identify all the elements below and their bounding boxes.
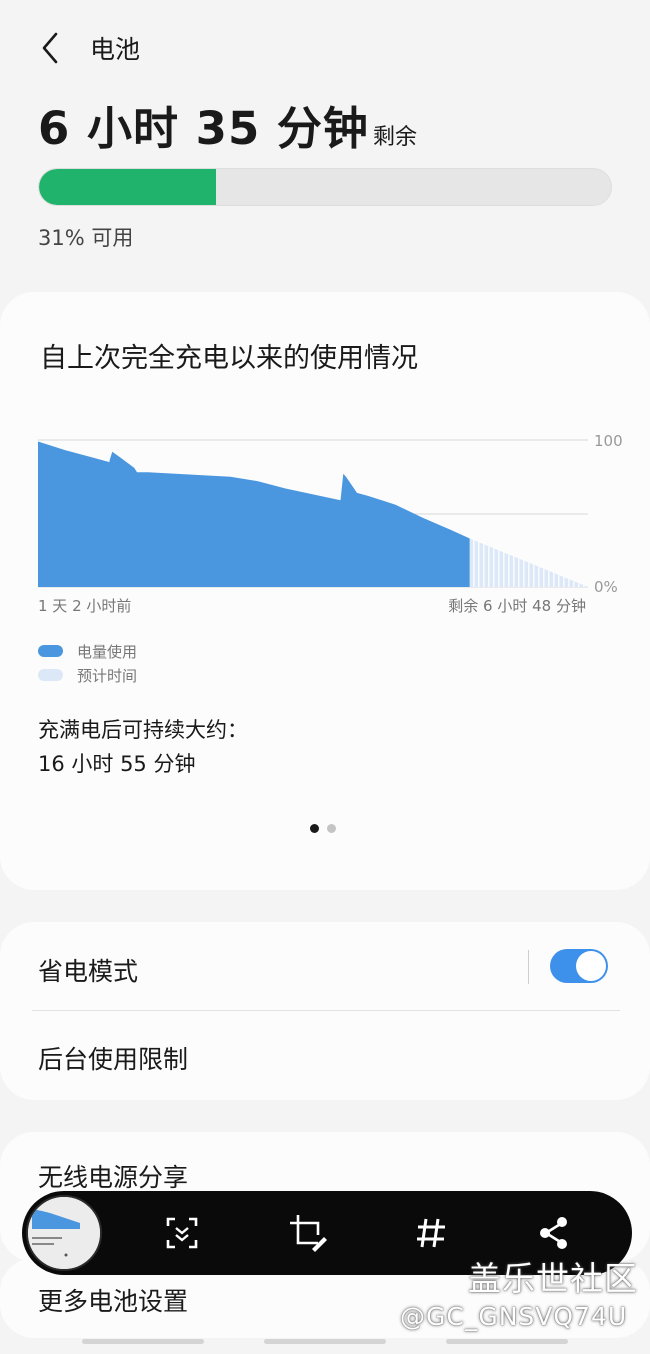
screenshot-thumbnail[interactable] (26, 1195, 102, 1271)
battery-usage-area (38, 441, 470, 587)
share-button[interactable] (534, 1213, 574, 1253)
wireless-share-row[interactable]: 无线电源分享 (38, 1158, 188, 1194)
legend-swatch-usage (38, 645, 63, 657)
legend-item-usage: 电量使用 (38, 639, 137, 663)
nav-bar-right (446, 1339, 568, 1344)
back-button[interactable] (36, 26, 72, 66)
battery-level-bar (38, 168, 612, 206)
page-dot-1[interactable] (310, 824, 319, 833)
thumbnail-preview-icon (28, 1197, 100, 1269)
row-divider (32, 1010, 620, 1011)
chevron-left-icon (42, 32, 58, 64)
hashtag-icon (417, 1218, 445, 1248)
crop-edit-icon (290, 1215, 327, 1252)
share-icon (540, 1217, 567, 1249)
full-charge-label: 充满电后可持续大约： (38, 718, 248, 742)
usage-chart: 100 0% 1 天 2 小时前 剩余 6 小时 48 分钟 (38, 432, 623, 615)
legend-item-forecast: 预计时间 (38, 663, 137, 687)
full-charge-value: 16 小时 55 分钟 (38, 752, 196, 776)
battery-level-fill (39, 169, 217, 205)
battery-settings-card: 省电模式 后台使用限制 (0, 922, 650, 1100)
more-settings-row[interactable]: 更多电池设置 (38, 1282, 188, 1318)
scroll-capture-icon (166, 1217, 198, 1249)
legend-label-usage: 电量使用 (77, 642, 138, 661)
battery-available-text: 31% 可用 (38, 226, 134, 250)
page-title: 电池 (90, 35, 141, 64)
y-tick-label-top: 100 (594, 432, 623, 450)
chart-legend: 电量使用 预计时间 (38, 639, 137, 687)
hashtag-button[interactable] (411, 1213, 451, 1253)
x-start-label: 1 天 2 小时前 (38, 597, 131, 615)
forecast-area-group (469, 538, 588, 587)
page-dot-2[interactable] (327, 824, 336, 833)
toggle-knob (576, 951, 606, 981)
background-limit-row[interactable]: 后台使用限制 (38, 1040, 188, 1076)
row-divider-vertical (528, 950, 529, 984)
watermark-brand: 盖乐世社区 (468, 1259, 638, 1298)
crop-edit-button[interactable] (288, 1213, 328, 1253)
page-indicator[interactable] (310, 824, 336, 833)
power-saving-toggle[interactable] (550, 949, 608, 983)
legend-swatch-forecast (38, 669, 63, 681)
app-header: 电池 (0, 22, 650, 70)
remaining-time-suffix: 剩余 (372, 125, 417, 150)
scroll-capture-button[interactable] (162, 1213, 202, 1253)
y-tick-label-bottom: 0% (594, 578, 618, 596)
watermark-user: @GC_GNSVQ74U (400, 1302, 628, 1331)
usage-card[interactable]: 自上次完全充电以来的使用情况 100 0% 1 天 2 小时前 剩余 6 小时 … (0, 292, 650, 890)
nav-bar-center (264, 1339, 386, 1344)
power-saving-row[interactable]: 省电模式 (38, 952, 138, 988)
nav-bar-left (82, 1339, 204, 1344)
legend-label-forecast: 预计时间 (77, 666, 138, 685)
remaining-time: 6 小时 35 分钟 剩余 (38, 92, 417, 157)
remaining-time-value: 6 小时 35 分钟 (38, 102, 369, 155)
x-end-label: 剩余 6 小时 48 分钟 (448, 597, 586, 615)
